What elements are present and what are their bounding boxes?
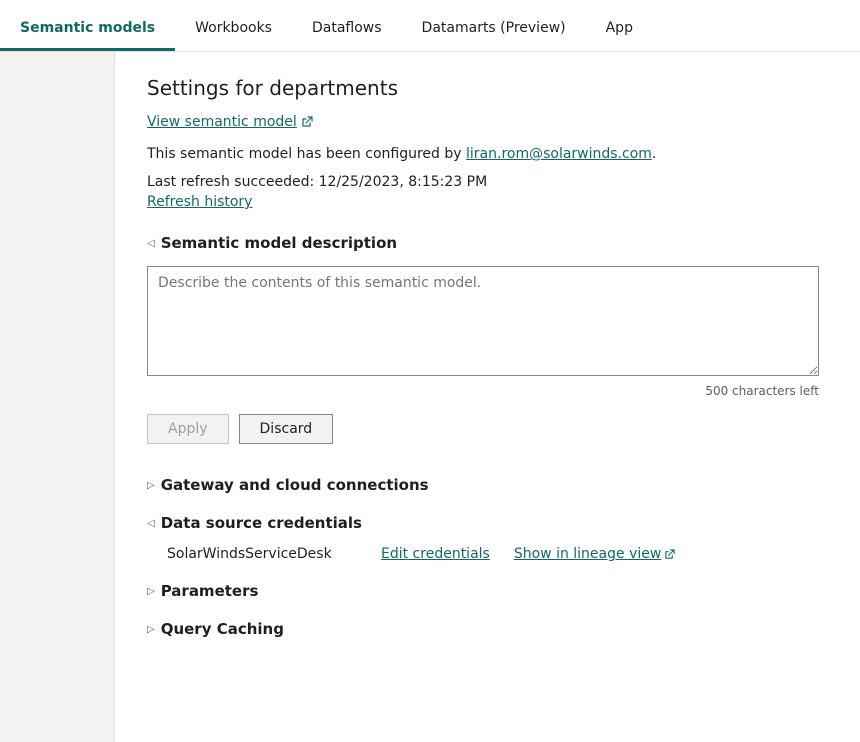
tab-dataflows[interactable]: Dataflows xyxy=(292,6,402,51)
edit-credentials-link[interactable]: Edit credentials xyxy=(381,546,490,562)
button-row: Apply Discard xyxy=(147,414,828,444)
page-title: Settings for departments xyxy=(147,76,828,100)
view-model-link[interactable]: View semantic model xyxy=(147,114,313,130)
discard-button[interactable]: Discard xyxy=(239,414,334,444)
tab-datamarts[interactable]: Datamarts (Preview) xyxy=(402,6,586,51)
main-content: Settings for departments View semantic m… xyxy=(115,52,860,742)
data-source-chevron-icon: ◁ xyxy=(147,518,155,529)
credential-row: SolarWindsServiceDesk Edit credentials S… xyxy=(147,546,828,562)
refresh-history-link[interactable]: Refresh history xyxy=(147,194,252,210)
parameters-section-title: Parameters xyxy=(161,582,259,600)
parameters-section-header[interactable]: ▷ Parameters xyxy=(147,582,828,600)
query-caching-section: ▷ Query Caching xyxy=(147,620,828,638)
data-source-section-header[interactable]: ◁ Data source credentials xyxy=(147,514,828,532)
description-textarea[interactable] xyxy=(147,266,819,376)
description-section-header[interactable]: ◁ Semantic model description xyxy=(147,234,828,252)
gateway-section-header[interactable]: ▷ Gateway and cloud connections xyxy=(147,476,828,494)
external-link-icon xyxy=(301,116,313,128)
credential-name: SolarWindsServiceDesk xyxy=(167,546,357,562)
char-count: 500 characters left xyxy=(147,384,819,398)
description-section-title: Semantic model description xyxy=(161,234,397,252)
parameters-section: ▷ Parameters xyxy=(147,582,828,600)
configured-by-text: This semantic model has been configured … xyxy=(147,146,828,162)
data-source-section-title: Data source credentials xyxy=(161,514,362,532)
lineage-external-icon xyxy=(664,549,675,560)
gateway-section: ▷ Gateway and cloud connections xyxy=(147,476,828,494)
sidebar xyxy=(0,52,115,742)
query-caching-section-header[interactable]: ▷ Query Caching xyxy=(147,620,828,638)
apply-button[interactable]: Apply xyxy=(147,414,229,444)
refresh-info: Last refresh succeeded: 12/25/2023, 8:15… xyxy=(147,174,828,190)
top-navigation: Semantic models Workbooks Dataflows Data… xyxy=(0,0,860,52)
configured-by-email[interactable]: liran.rom@solarwinds.com xyxy=(466,146,652,162)
view-model-label: View semantic model xyxy=(147,114,297,130)
main-layout: Settings for departments View semantic m… xyxy=(0,52,860,742)
description-section: ◁ Semantic model description 500 charact… xyxy=(147,234,828,444)
query-caching-section-title: Query Caching xyxy=(161,620,284,638)
tab-semantic-models[interactable]: Semantic models xyxy=(0,6,175,51)
gateway-section-title: Gateway and cloud connections xyxy=(161,476,429,494)
parameters-chevron-icon: ▷ xyxy=(147,586,155,597)
tab-workbooks[interactable]: Workbooks xyxy=(175,6,292,51)
show-lineage-link[interactable]: Show in lineage view xyxy=(514,546,675,562)
gateway-chevron-icon: ▷ xyxy=(147,480,155,491)
tab-app[interactable]: App xyxy=(586,6,653,51)
query-caching-chevron-icon: ▷ xyxy=(147,624,155,635)
data-source-section: ◁ Data source credentials SolarWindsServ… xyxy=(147,514,828,562)
description-chevron-icon: ◁ xyxy=(147,238,155,249)
